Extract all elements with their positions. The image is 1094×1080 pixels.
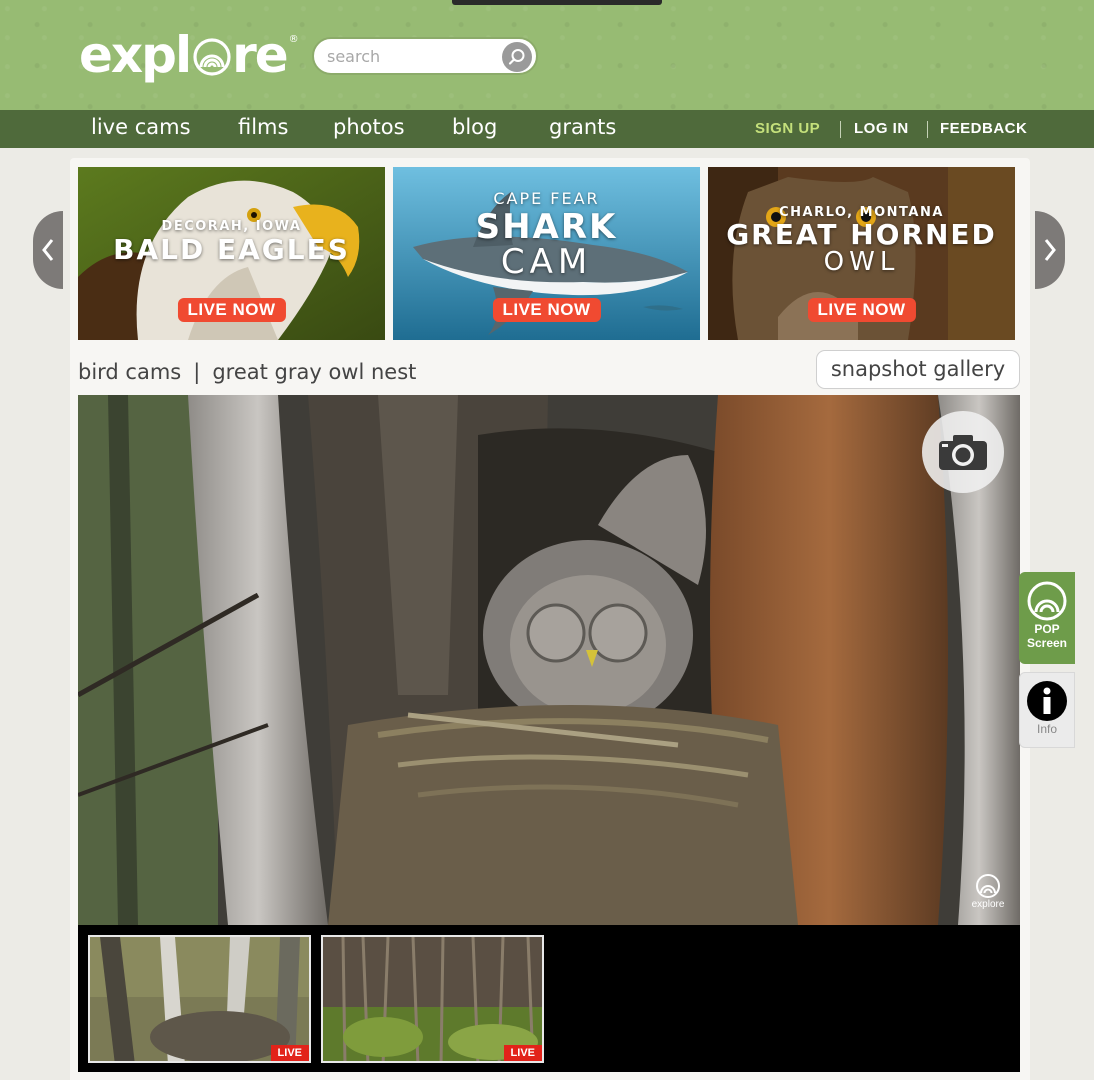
banner-title: BALD EAGLES [113,233,350,266]
log-in-link[interactable]: LOG IN [854,120,909,137]
watermark-text: explore [971,899,1005,910]
chevron-left-icon [42,239,54,261]
camera-thumbnail-1[interactable]: LIVE [88,935,311,1063]
registered-mark: ® [288,34,299,45]
banner-great-horned-owl[interactable]: CHARLO, MONTANA GREAT HORNED OWL LIVE NO… [708,167,1015,340]
search-input[interactable] [327,46,497,66]
snapshot-camera-button[interactable] [922,411,1004,493]
banner-subtitle: OWL [823,247,900,277]
nav-grants[interactable]: grants [549,115,616,139]
breadcrumb: bird cams | great gray owl nest [78,360,416,384]
live-badge: LIVE [270,1045,309,1061]
breadcrumb-page: great gray owl nest [212,360,417,384]
info-button[interactable]: Info [1019,672,1075,748]
nav-live-cams[interactable]: live cams [91,115,191,139]
camera-thumbnail-2[interactable]: LIVE [321,935,544,1063]
explore-watermark: explore [966,873,1010,913]
breadcrumb-category[interactable]: bird cams [78,360,181,384]
search-icon [508,49,525,65]
main-nav: live cams films photos blog grants SIGN … [0,110,1094,148]
screen-label: Screen [1026,636,1068,650]
video-player[interactable] [78,395,1020,925]
info-label: Info [1036,722,1057,736]
explore-o-icon [1027,581,1067,621]
nav-blog[interactable]: blog [452,115,497,139]
live-now-badge: LIVE NOW [177,298,286,322]
feedback-link[interactable]: FEEDBACK [940,120,1027,137]
search-box [312,37,538,75]
explore-o-icon [193,38,231,76]
nav-films[interactable]: films [238,115,288,139]
sign-up-link[interactable]: SIGN UP [755,120,820,137]
banner-shark-cam[interactable]: CAPE FEAR SHARK CAM LIVE NOW [393,167,700,340]
snapshot-gallery-button[interactable]: snapshot gallery [816,350,1020,389]
explore-logo[interactable]: expl re ® [79,27,299,83]
pop-label: POP [1034,622,1060,636]
carousel-next-button[interactable] [1035,211,1065,289]
pop-screen-button[interactable]: POP Screen [1019,572,1075,664]
live-now-badge: LIVE NOW [492,298,601,322]
logo-text-start: expl [79,26,192,84]
banner-location: DECORAH, IOWA [161,219,302,234]
site-header: expl re ® [0,0,1094,110]
chevron-right-icon [1044,239,1056,261]
banner-location: CAPE FEAR [493,189,600,208]
search-button[interactable] [502,42,532,72]
live-now-badge: LIVE NOW [807,298,916,322]
info-icon [1027,681,1067,721]
banner-bald-eagles[interactable]: DECORAH, IOWA BALD EAGLES LIVE NOW [78,167,385,340]
breadcrumb-separator: | [193,360,201,384]
banner-subtitle: CAM [500,242,593,282]
explore-logo-icon [976,874,1000,898]
banner-title: SHARK [475,207,618,247]
carousel-prev-button[interactable] [33,211,63,289]
camera-icon [939,435,987,470]
logo-text-end: re [232,26,289,84]
nav-photos[interactable]: photos [333,115,405,139]
nav-divider [927,121,928,138]
owl-nest-video-frame [78,395,1020,925]
live-badge: LIVE [503,1045,542,1061]
top-handle [452,0,662,5]
nav-divider [840,121,841,138]
